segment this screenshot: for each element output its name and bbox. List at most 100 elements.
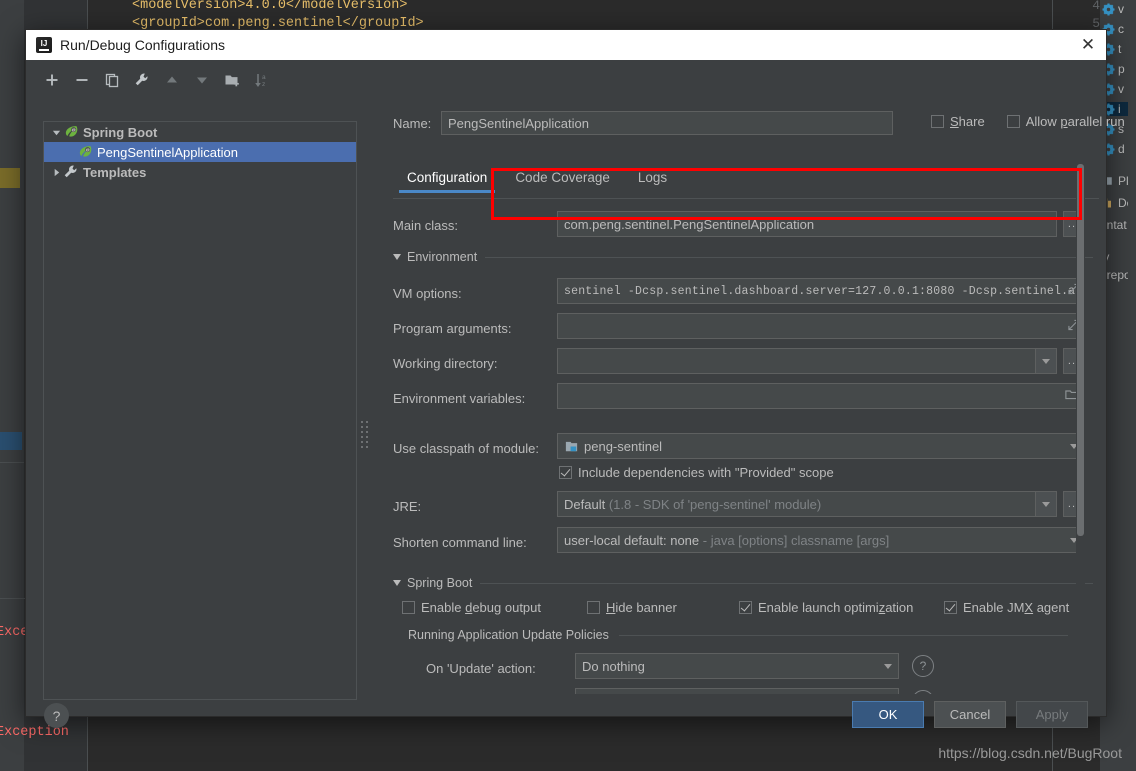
module-icon: [564, 439, 579, 454]
program-arguments-input[interactable]: [557, 313, 1085, 339]
spring-boot-icon: @: [77, 144, 93, 160]
copy-icon[interactable]: [104, 72, 120, 88]
spring-boot-group-header[interactable]: Spring Boot: [393, 576, 1093, 590]
apply-button: Apply: [1016, 701, 1088, 728]
wrench-icon[interactable]: [134, 72, 150, 88]
enable-jmx-agent-checkbox[interactable]: Enable JMX agent: [944, 600, 1069, 619]
code-text: <modelVersion>4.0.0</modelVersion>: [132, 0, 408, 13]
jre-combo[interactable]: Default (1.8 - SDK of 'peng-sentinel' mo…: [557, 491, 1057, 517]
scrollbar-thumb[interactable]: [1077, 164, 1084, 536]
update-policies-group-header: Running Application Update Policies: [408, 628, 1068, 642]
tab-code-coverage[interactable]: Code Coverage: [501, 166, 624, 193]
folder-add-icon[interactable]: [224, 72, 240, 88]
line-number: 4: [1092, 0, 1100, 13]
tab-logs[interactable]: Logs: [624, 166, 681, 193]
on-frame-deactivation-combo[interactable]: Do nothing: [575, 688, 899, 694]
group-divider: [480, 582, 1093, 584]
maven-goal-label: d: [1118, 142, 1125, 156]
chevron-down-icon[interactable]: [1035, 492, 1056, 516]
arrow-up-icon[interactable]: [164, 72, 180, 88]
configurations-tree[interactable]: @ Spring Boot @ PengSentinelApplication …: [43, 121, 357, 700]
gear-icon: [1102, 2, 1115, 16]
ide-right-toolwindow-strip[interactable]: [1128, 0, 1136, 771]
shorten-command-line-label: Shorten command line:: [393, 535, 527, 550]
chevron-down-icon[interactable]: [49, 128, 63, 137]
panel-splitter[interactable]: [357, 121, 371, 698]
chevron-down-icon[interactable]: [1035, 349, 1056, 373]
ide-left-toolwindow-strip[interactable]: [0, 0, 24, 771]
share-checkbox[interactable]: Share: [931, 114, 985, 129]
hide-banner-checkbox[interactable]: Hide banner: [587, 600, 677, 619]
wrench-icon: [63, 164, 79, 180]
working-directory-combo[interactable]: [557, 348, 1057, 374]
tree-item-pengsentinelapplication[interactable]: @ PengSentinelApplication: [44, 142, 356, 162]
close-icon[interactable]: ✕: [1074, 32, 1102, 58]
hide-banner-label: Hide banner: [606, 600, 677, 615]
help-button[interactable]: ?: [44, 703, 69, 728]
enable-launch-optimization-checkbox[interactable]: Enable launch optimization: [739, 600, 913, 619]
maven-goal-label: p: [1118, 62, 1125, 76]
working-directory-label: Working directory:: [393, 356, 498, 371]
main-class-input[interactable]: com.peng.sentinel.PengSentinelApplicatio…: [557, 211, 1057, 237]
enable-debug-output-checkbox[interactable]: Enable debug output: [402, 600, 541, 619]
chevron-down-icon: [393, 254, 401, 260]
allow-parallel-run-checkbox[interactable]: Allow parallel run: [1006, 114, 1125, 129]
maven-goal-item[interactable]: v: [1102, 2, 1124, 16]
cancel-button[interactable]: Cancel: [934, 701, 1006, 728]
maven-goal-label: v: [1118, 2, 1124, 16]
configuration-form: Main class: com.peng.sentinel.PengSentin…: [371, 204, 1099, 694]
environment-group-label: Environment: [407, 250, 478, 264]
include-provided-scope-checkbox[interactable]: Include dependencies with "Provided" sco…: [559, 465, 834, 484]
spring-boot-icon: @: [63, 124, 79, 140]
checkbox-box: [931, 115, 944, 128]
chevron-down-icon[interactable]: [878, 654, 898, 678]
tab-separator: [393, 198, 1099, 199]
vm-options-input[interactable]: sentinel -Dcsp.sentinel.dashboard.server…: [557, 278, 1085, 304]
sort-az-icon[interactable]: az: [254, 72, 270, 88]
tree-item-label: Spring Boot: [83, 124, 158, 140]
checkbox-box: [944, 601, 957, 614]
minus-icon[interactable]: [74, 72, 90, 88]
form-scrollbar[interactable]: [1076, 160, 1085, 660]
splitter-grip[interactable]: [361, 421, 368, 451]
checkbox-box: [402, 601, 415, 614]
tree-item-templates[interactable]: Templates: [44, 162, 356, 182]
tree-item-spring-boot[interactable]: @ Spring Boot: [44, 122, 356, 142]
dialog-body: az @ Spring Boot @ PengSentinelApplicati…: [26, 60, 1125, 728]
configuration-editor-panel: Name: PengSentinelApplication Share Allo…: [371, 68, 1125, 698]
update-policies-label: Running Application Update Policies: [408, 628, 609, 642]
plus-icon[interactable]: [44, 72, 60, 88]
on-frame-deactivation-value: Do nothing: [582, 694, 878, 695]
chevron-right-icon[interactable]: [49, 168, 63, 177]
include-provided-scope-label: Include dependencies with "Provided" sco…: [578, 465, 834, 480]
chevron-down-icon: [393, 580, 401, 586]
dialog-titlebar[interactable]: Run/Debug Configurations ✕: [26, 30, 1106, 60]
on-update-action-help-icon[interactable]: ?: [912, 655, 934, 677]
share-label: Share: [950, 114, 985, 129]
arrow-down-icon[interactable]: [194, 72, 210, 88]
tab-configuration[interactable]: Configuration: [393, 166, 501, 193]
program-arguments-label: Program arguments:: [393, 321, 512, 336]
maven-goal-label: v: [1118, 82, 1124, 96]
svg-text:a: a: [262, 74, 266, 81]
environment-group-header[interactable]: Environment: [393, 250, 1093, 264]
checkbox-box: [739, 601, 752, 614]
on-update-action-combo[interactable]: Do nothing: [575, 653, 899, 679]
enable-jmx-agent-label: Enable JMX agent: [963, 600, 1070, 615]
on-frame-deactivation-help-icon[interactable]: ?: [912, 690, 934, 694]
environment-variables-input[interactable]: [557, 383, 1085, 409]
use-classpath-of-module-label: Use classpath of module:: [393, 441, 539, 456]
chevron-down-icon[interactable]: [878, 689, 898, 694]
checkbox-box: [1006, 115, 1020, 128]
editor-tabs: Configuration Code Coverage Logs: [393, 166, 681, 193]
svg-text:@: @: [72, 127, 76, 132]
name-input[interactable]: PengSentinelApplication: [441, 111, 893, 135]
ok-button[interactable]: OK: [852, 701, 924, 728]
configurations-toolbar: az: [44, 72, 270, 88]
vm-options-label: VM options:: [393, 286, 462, 301]
shorten-command-line-combo[interactable]: user-local default: none - java [options…: [557, 527, 1085, 553]
use-classpath-of-module-combo[interactable]: peng-sentinel: [557, 433, 1085, 459]
name-label: Name:: [393, 115, 432, 131]
group-divider: [618, 634, 1068, 636]
jre-value-detail: (1.8 - SDK of 'peng-sentinel' module): [608, 496, 822, 512]
